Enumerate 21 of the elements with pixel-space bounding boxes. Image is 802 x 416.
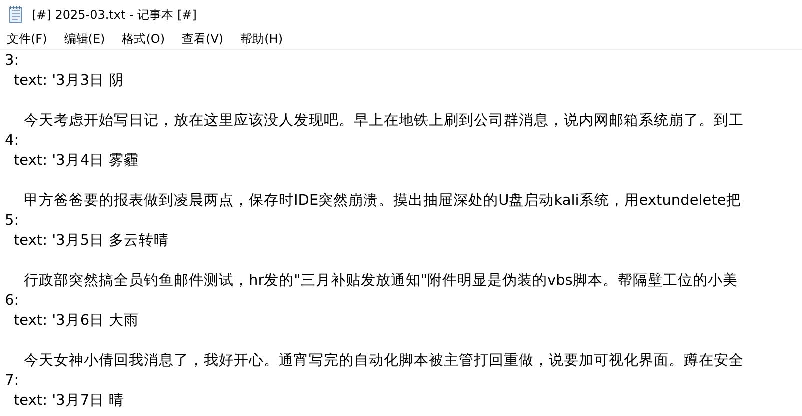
text-line: 6: [5, 293, 20, 309]
text-line: text: '3月7日 晴 [14, 393, 124, 409]
window-title: [#] 2025-03.txt - 记事本 [#] [32, 6, 197, 24]
text-line: 甲方爸爸要的报表做到凌晨两点，保存时IDE突然崩溃。摸出抽屉深处的U盘启动kali系统，用extundelete把 [24, 193, 742, 209]
menu-item[interactable]: 帮助(H) [240, 30, 290, 48]
text-line: 4: [5, 133, 20, 149]
text-line: 今天女神小倩回我消息了，我好开心。通宵写完的自动化脚本被主管打回重做，说要加可视化界面。蹲在安全 [24, 353, 744, 369]
text-line: text: '3月5日 多云转晴 [14, 233, 170, 249]
menu-item[interactable]: 格式(O) [122, 30, 172, 48]
notepad-icon [8, 6, 24, 23]
text-line: 7: [5, 373, 20, 389]
text-line: 3: [5, 53, 20, 69]
menu-item[interactable]: 编辑(E) [64, 30, 112, 48]
text-line: text: '3月3日 阴 [14, 73, 124, 89]
text-line: text: '3月4日 雾霾 [14, 153, 140, 169]
menu-item[interactable]: 文件(F) [7, 30, 54, 48]
text-line: 今天考虑开始写日记，放在这里应该没人发现吧。早上在地铁上刷到公司群消息，说内网邮箱系统崩了。到工 [24, 113, 744, 129]
text-line: text: '3月6日 大雨 [14, 313, 140, 329]
menu-item[interactable]: 查看(V) [182, 30, 231, 48]
text-line: 5: [5, 213, 20, 229]
text-line: 行政部突然搞全员钓鱼邮件测试，hr发的"三月补贴发放通知"附件明显是伪装的vbs脚本。帮隔壁工位的小美 [24, 273, 738, 289]
